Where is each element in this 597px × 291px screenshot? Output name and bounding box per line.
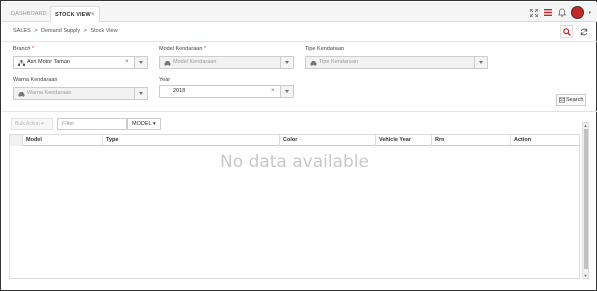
search-icon [562, 27, 571, 36]
vertical-scrollbar[interactable]: ▲ ▼ [582, 122, 589, 279]
column-type[interactable]: Type [102, 135, 279, 146]
year-label-text: Year [159, 77, 171, 83]
warna-label-text: Warna Kendaraan [13, 77, 58, 83]
breadcrumb-item[interactable]: SALES [13, 28, 31, 34]
divider [2, 111, 597, 112]
branch-label-text: Branch [13, 46, 31, 52]
column-model[interactable]: Model [22, 135, 102, 146]
bulk-action-button[interactable]: Bulk Action ▾ [11, 118, 53, 130]
breadcrumb: SALES > Demand Supply > Stock View [13, 28, 118, 34]
model-column-button[interactable]: MODEL ▾ [127, 118, 161, 130]
warna-placeholder: Warna Kendaraan [27, 90, 72, 96]
search-button[interactable]: Search [556, 94, 586, 106]
breadcrumb-item-current: Stock View [90, 28, 118, 34]
bell-icon[interactable] [557, 8, 567, 18]
required-mark: * [203, 46, 207, 52]
empty-state: No data available [220, 152, 369, 172]
scrollbar-thumb[interactable] [584, 129, 588, 269]
app-window: DASHBOARD STOCK VIEW × ▾ SALES > Demand … [0, 0, 597, 291]
car-icon [164, 61, 171, 66]
column-vehicle-year[interactable]: Vehicle Year [375, 135, 431, 146]
year-value: 2018 [173, 88, 186, 94]
column-rrn[interactable]: Rrn [431, 135, 510, 146]
branch-label: Branch * [13, 46, 34, 52]
expand-icon[interactable] [529, 8, 539, 18]
branch-icon [18, 60, 25, 66]
branch-value: Asri Motor Taman [27, 59, 70, 65]
branch-select[interactable]: Asri Motor Taman × [13, 56, 148, 69]
breadcrumb-separator: > [34, 28, 38, 34]
scroll-up-icon[interactable]: ▲ [583, 123, 588, 128]
year-select[interactable]: 2018 × [159, 85, 294, 98]
warna-select[interactable]: Warna Kendaraan [13, 87, 148, 100]
clear-year-button[interactable]: × [271, 86, 275, 97]
branch-dropdown-button[interactable] [134, 57, 147, 68]
model-label: Model Kendaraan * [159, 46, 206, 52]
breadcrumb-item[interactable]: Demand Supply [41, 28, 80, 34]
menu-icon[interactable] [543, 8, 553, 18]
year-dropdown-button[interactable] [280, 86, 293, 97]
tab-bar: DASHBOARD STOCK VIEW × ▾ [2, 2, 597, 22]
top-actions: ▾ [529, 5, 591, 20]
stock-table: Model Type Color Vehicle Year Rrn Action… [9, 134, 580, 279]
breadcrumb-separator: > [83, 28, 87, 34]
scroll-down-icon[interactable]: ▼ [583, 273, 588, 278]
chevron-down-icon[interactable]: ▾ [588, 10, 591, 16]
tipe-label-text: Tipe Kendaraan [305, 46, 344, 52]
column-action[interactable]: Action [510, 135, 579, 146]
database-icon [559, 97, 565, 103]
tab-close-button[interactable]: × [91, 7, 95, 23]
column-color[interactable]: Color [279, 135, 375, 146]
tab-dashboard[interactable]: DASHBOARD [11, 6, 47, 22]
model-placeholder: Model Kendaraan [173, 59, 217, 65]
search-button-label: Search [566, 97, 584, 103]
tipe-label: Tipe Kendaraan [305, 46, 344, 52]
select-column[interactable] [10, 135, 22, 146]
divider [2, 41, 597, 42]
filter-input[interactable]: Filter [57, 118, 127, 130]
required-mark: * [31, 46, 35, 52]
tipe-dropdown-button[interactable] [474, 57, 487, 68]
tab-stock-view[interactable]: STOCK VIEW × [50, 6, 100, 22]
car-icon [310, 61, 317, 66]
tipe-select[interactable]: Tipe Kendaraan [305, 56, 488, 69]
refresh-button[interactable] [577, 25, 590, 38]
model-dropdown-button[interactable] [280, 57, 293, 68]
clear-branch-button[interactable]: × [125, 57, 129, 68]
warna-label: Warna Kendaraan [13, 77, 57, 83]
model-label-text: Model Kendaraan [159, 46, 203, 52]
model-select[interactable]: Model Kendaraan [159, 56, 294, 69]
warna-dropdown-button[interactable] [134, 88, 147, 99]
car-icon [18, 92, 25, 97]
year-label: Year [159, 77, 170, 83]
refresh-icon [580, 28, 587, 35]
tipe-placeholder: Tipe Kendaraan [319, 59, 358, 65]
search-toggle-button[interactable] [560, 25, 573, 38]
table-header: Model Type Color Vehicle Year Rrn Action [10, 135, 579, 146]
avatar[interactable] [571, 6, 585, 19]
tab-stock-view-label: STOCK VIEW [55, 12, 91, 18]
